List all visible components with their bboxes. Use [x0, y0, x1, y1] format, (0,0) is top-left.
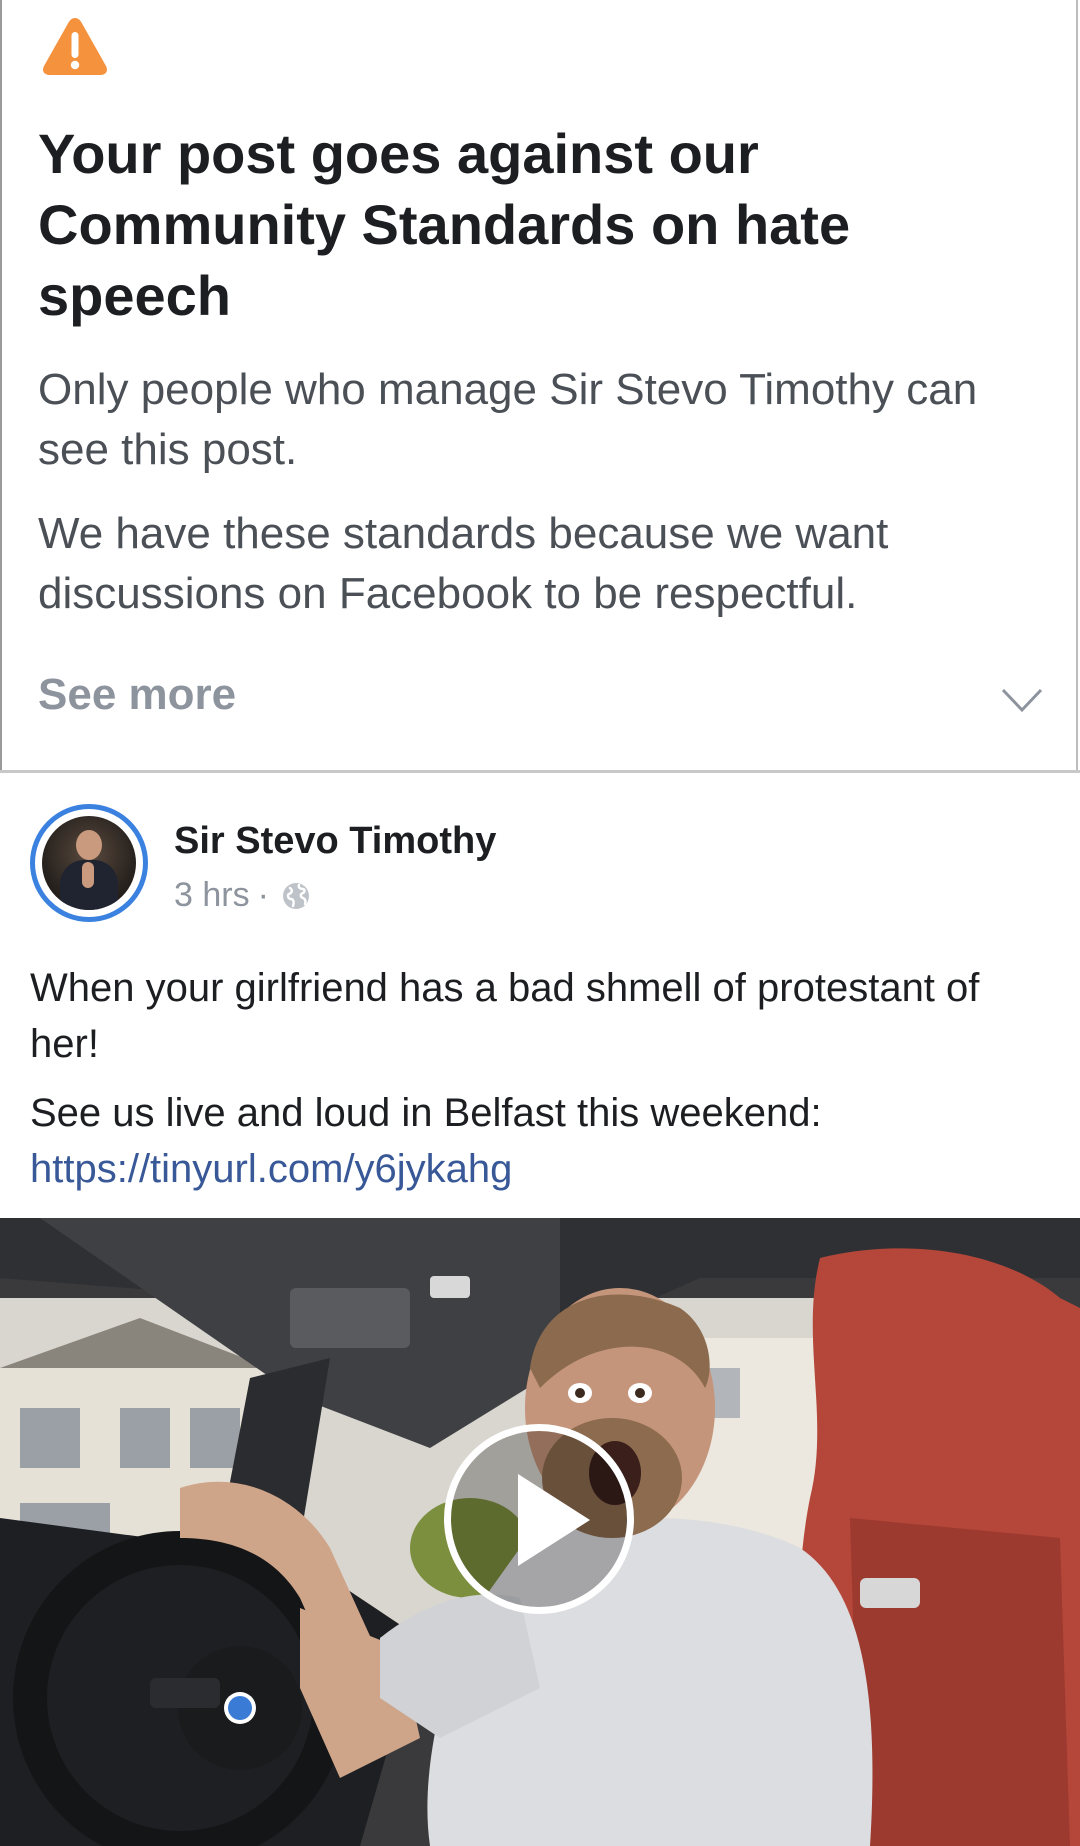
notice-standards-text: We have these standards because we want … [38, 509, 889, 618]
notice-visibility-text: Only people who manage Sir Stevo Timothy… [38, 365, 978, 474]
section-divider [0, 770, 1080, 773]
violation-notice: Your post goes against our Community Sta… [0, 0, 1078, 770]
post-link[interactable]: https://tinyurl.com/y6jykahg [30, 1141, 512, 1197]
avatar[interactable] [42, 816, 136, 910]
meta-separator: · [257, 876, 269, 914]
post-author-name[interactable]: Sir Stevo Timothy [174, 820, 496, 863]
post-timestamp[interactable]: 3 hrs [174, 876, 250, 915]
warning-triangle-icon [43, 18, 107, 75]
globe-icon[interactable] [281, 881, 311, 911]
post-text: When your girlfriend has a bad shmell of… [30, 966, 980, 1066]
play-icon[interactable] [518, 1474, 590, 1566]
post-promo-text: See us live and loud in Belfast this wee… [30, 1091, 822, 1135]
video-thumbnail[interactable] [0, 1218, 1080, 1846]
chevron-down-icon[interactable] [1000, 686, 1044, 714]
notice-title: Your post goes against our Community Sta… [38, 122, 851, 327]
see-more-button[interactable]: See more [38, 670, 236, 720]
post-meta: 3 hrs · [174, 876, 311, 915]
